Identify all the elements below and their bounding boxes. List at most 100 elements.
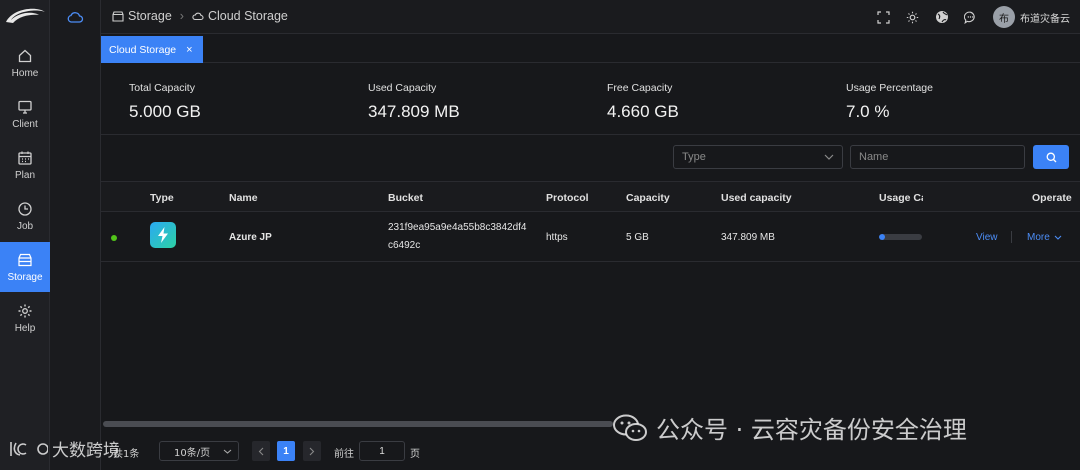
breadcrumb-current: Cloud Storage: [207, 9, 288, 23]
clock-icon: [18, 201, 32, 216]
home-icon: [18, 49, 32, 62]
azure-icon: [150, 222, 176, 248]
cloud-icon: [192, 12, 204, 21]
search-button[interactable]: [1033, 145, 1069, 169]
stat-value: 5.000 GB: [129, 102, 201, 121]
nav-item-help[interactable]: Help: [0, 293, 50, 343]
bucket-id-line2: c6492c: [388, 240, 421, 251]
message-button[interactable]: [956, 0, 985, 34]
status-indicator: [111, 235, 117, 241]
sun-icon: [906, 11, 919, 23]
search-icon: [1046, 152, 1056, 162]
nav-item-storage[interactable]: Storage: [0, 242, 50, 292]
calendar-icon: [18, 151, 32, 165]
page-size-value: 10条/页: [174, 447, 211, 459]
view-link[interactable]: View: [976, 232, 998, 243]
sub-nav-rail: [50, 0, 101, 470]
next-page-button[interactable]: [303, 441, 321, 461]
column-header-capacity: Capacity: [626, 192, 670, 204]
cloud-storage-table: Type Name Bucket Protocol Capacity Used …: [101, 181, 1080, 262]
used-capacity-value: 347.809 MB: [721, 232, 775, 243]
avatar: 布: [993, 6, 1015, 28]
top-actions: 布 布道灾备云: [869, 0, 1080, 34]
close-icon[interactable]: ×: [186, 44, 192, 56]
fullscreen-button[interactable]: [869, 0, 898, 34]
top-bar: Storage › Cloud Storage 布 布道灾备云: [101, 0, 1080, 34]
tab-label: Cloud Storage: [109, 43, 177, 56]
nav-label: Job: [16, 220, 34, 232]
column-header-usage: Usage Ca: [879, 192, 923, 204]
capacity-summary: Total Capacity 5.000 GB Used Capacity 34…: [101, 64, 1080, 134]
stat-free-capacity: Free Capacity 4.660 GB: [607, 82, 679, 122]
table-header: Type Name Bucket Protocol Capacity Used …: [101, 181, 1080, 212]
nav-item-job[interactable]: Job: [0, 191, 50, 241]
nav-label: Storage: [7, 271, 43, 283]
user-name: 布道灾备云: [1020, 13, 1070, 25]
name-search-input[interactable]: [850, 145, 1025, 169]
nav-item-home[interactable]: Home: [0, 38, 50, 88]
gear-icon: [18, 304, 32, 317]
usage-progress-fill: [879, 234, 886, 240]
stat-value: 4.660 GB: [607, 102, 679, 121]
type-select-placeholder: Type: [682, 151, 706, 163]
stat-title: Usage Percentage: [846, 82, 933, 94]
tab-cloud-storage[interactable]: Cloud Storage ×: [101, 36, 203, 63]
chevron-right-icon: [309, 447, 315, 455]
brand-watermark-text: 大数跨境: [52, 441, 120, 461]
brand-logo-icon: [10, 441, 48, 456]
filter-bar: Type: [101, 135, 1080, 180]
stat-value: 7.0 %: [846, 102, 890, 121]
more-dropdown[interactable]: More: [1027, 232, 1062, 243]
operate-separator: [1011, 231, 1012, 243]
breadcrumb: Storage › Cloud Storage: [112, 9, 288, 23]
bucket-id-line1: 231f9ea95a9e4a55b8c3842df4: [388, 222, 527, 233]
storage-name: Azure JP: [229, 232, 272, 243]
nav-item-client[interactable]: Client: [0, 89, 50, 139]
table-row: Azure JP 231f9ea95a9e4a55b8c3842df4 c649…: [101, 212, 1080, 262]
cloud-icon[interactable]: [66, 10, 84, 24]
column-header-protocol: Protocol: [546, 192, 589, 204]
stat-used-capacity: Used Capacity 347.809 MB: [368, 82, 460, 122]
scrollbar-thumb[interactable]: [103, 421, 613, 427]
fullscreen-icon: [877, 10, 890, 24]
tab-strip: Cloud Storage ×: [101, 35, 1080, 63]
storage-icon: [18, 253, 32, 266]
goto-label: 前往: [334, 449, 354, 460]
capacity-value: 5 GB: [626, 232, 649, 243]
column-header-type: Type: [150, 192, 174, 204]
app-root: Home Client Plan Job Storage Help Storag…: [0, 0, 1080, 470]
storage-icon: [112, 10, 124, 22]
app-logo: [0, 0, 50, 34]
prev-page-button[interactable]: [252, 441, 270, 461]
goto-page-input[interactable]: [359, 441, 405, 461]
theme-toggle-button[interactable]: [898, 0, 927, 34]
monitor-icon: [18, 100, 32, 114]
stat-title: Free Capacity: [607, 82, 673, 94]
chevron-left-icon: [258, 447, 264, 455]
page-size-select[interactable]: 10条/页: [159, 441, 239, 461]
brand-watermark: 大数跨境: [8, 436, 120, 461]
left-nav: Home Client Plan Job Storage Help: [0, 0, 50, 470]
breadcrumb-root[interactable]: Storage: [128, 9, 172, 23]
column-header-used-capacity: Used capacity: [721, 192, 792, 204]
type-select[interactable]: Type: [673, 145, 843, 169]
more-label: More: [1027, 232, 1050, 243]
chat-icon: [964, 11, 975, 24]
user-menu[interactable]: 布 布道灾备云: [993, 6, 1070, 28]
chevron-down-icon: [1054, 235, 1062, 240]
watermark-text: 公众号 · 云容灾备份安全治理: [656, 416, 967, 444]
protocol-value: https: [546, 232, 568, 243]
page-button-current[interactable]: 1: [277, 441, 295, 461]
stat-usage-percentage: Usage Percentage 7.0 %: [846, 82, 933, 122]
language-button[interactable]: [927, 0, 956, 34]
chevron-down-icon: [223, 449, 232, 454]
chevron-down-icon: [824, 154, 834, 160]
stat-value: 347.809 MB: [368, 102, 460, 121]
nav-label: Home: [11, 67, 39, 79]
nav-item-plan[interactable]: Plan: [0, 140, 50, 190]
nav-label: Plan: [14, 169, 35, 181]
nav-label: Client: [12, 118, 38, 130]
nav-label: Help: [14, 322, 36, 334]
page-unit-label: 页: [410, 449, 420, 460]
stat-total-capacity: Total Capacity 5.000 GB: [129, 82, 201, 122]
